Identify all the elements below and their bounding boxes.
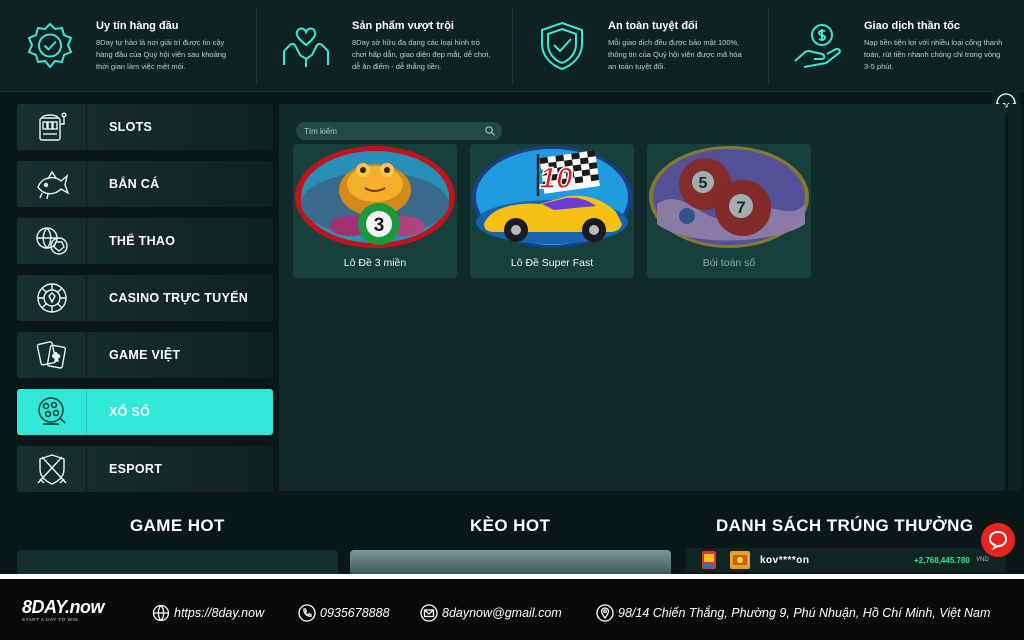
winner-name: kov****on (760, 554, 810, 566)
winner-row: kov****on +2,768,445.780 VND (686, 548, 1006, 572)
game-hot-panel (17, 550, 338, 574)
heart-hands-icon (278, 18, 334, 74)
category-sidebar: SLOTS BẮN CÁ THỂ THAO CASINO TRỰC TUYẾN … (17, 104, 273, 503)
sidebar-item-label: ESPORT (109, 462, 163, 476)
keo-hot-panel[interactable] (350, 550, 671, 574)
ball-number: 3 (374, 215, 385, 236)
footer: 8DAY.now START A DAY TO WIN https://8day… (0, 574, 1024, 640)
email-text: 8daynow@gmail.com (442, 606, 562, 620)
section-title-winners: DANH SÁCH TRÚNG THƯỞNG (716, 516, 974, 535)
sidebar-item-ban-ca[interactable]: BẮN CÁ (17, 161, 273, 207)
slot-machine-icon (17, 104, 87, 150)
game-thumb-icon (730, 551, 750, 569)
phone-icon (298, 604, 316, 622)
sidebar-item-label: XỔ SỐ (109, 405, 151, 419)
search-input[interactable] (304, 124, 479, 138)
badge-check-icon (22, 18, 78, 74)
sidebar-item-label: GAME VIỆT (109, 348, 181, 362)
game-card-lo-de-3-mien[interactable]: 3 Lô Đề 3 miền (293, 144, 457, 278)
chat-bubble-icon (988, 530, 1008, 550)
ball-number: 7 (736, 198, 745, 217)
mail-icon (420, 604, 438, 622)
feature-title: Uy tín hàng đầu (96, 20, 179, 32)
section-title-keo-hot: KÈO HOT (470, 516, 551, 535)
footer-website[interactable]: https://8day.now (152, 604, 264, 622)
feature-desc: Nạp tiền tiện lợi với nhiều loại cổng th… (864, 38, 1003, 71)
website-text: https://8day.now (174, 606, 265, 620)
search-icon[interactable] (484, 125, 496, 137)
sidebar-item-casino[interactable]: CASINO TRỰC TUYẾN (17, 275, 273, 321)
sidebar-item-label: SLOTS (109, 120, 153, 134)
sidebar-item-game-viet[interactable]: GAME VIỆT (17, 332, 273, 378)
feature-products: Sản phẩm vượt trội 8Day sở hữu đa dạng c… (256, 0, 512, 91)
footer-address: 98/14 Chiến Thắng, Phường 9, Phú Nhuận, … (596, 604, 990, 622)
scrollbar[interactable] (1008, 104, 1022, 491)
sidebar-item-label: BẮN CÁ (109, 177, 160, 191)
globe-icon (152, 604, 170, 622)
feature-title: Giao dịch thần tốc (864, 20, 960, 32)
feature-security: An toàn tuyệt đối Mỗi giao dịch đều được… (512, 0, 768, 91)
sidebar-item-the-thao[interactable]: THỂ THAO (17, 218, 273, 264)
esport-shield-icon (17, 446, 87, 492)
cards-icon (17, 332, 87, 378)
game-thumbnail: 3 (293, 144, 457, 252)
game-card-lo-de-super-fast[interactable]: 10 Lô Đề Super Fast (470, 144, 634, 278)
footer-phone[interactable]: 0935678888 (298, 604, 390, 622)
game-thumbnail: 10 (470, 144, 634, 252)
footer-email[interactable]: 8daynow@gmail.com (420, 604, 562, 622)
location-pin-icon (596, 604, 614, 622)
game-name: Bói toán số (702, 257, 756, 269)
features-bar: Uy tín hàng đầu 8Day tự hào là nơi giải … (0, 0, 1024, 92)
sidebar-item-xo-so[interactable]: XỔ SỐ (17, 389, 273, 435)
ball-number: 5 (699, 175, 708, 192)
game-list: 3 Lô Đề 3 miền 10 Lô Đề Super Fast 5 7 B… (293, 144, 811, 278)
game-thumb-icon (702, 551, 716, 569)
phone-text: 0935678888 (320, 606, 390, 620)
section-title-game-hot: GAME HOT (130, 516, 225, 535)
winner-currency: VND (976, 557, 989, 563)
feature-desc: Mỗi giao dịch đều được bảo mật 100%, thô… (608, 38, 742, 71)
game-name: Lô Đề Super Fast (510, 257, 594, 269)
search-box (296, 122, 502, 140)
feature-desc: 8Day sở hữu đa dạng các loại hình trò ch… (352, 38, 491, 71)
sidebar-item-label: CASINO TRỰC TUYẾN (109, 291, 249, 305)
game-card-boi-toan-so[interactable]: 5 7 Bói toán số (647, 144, 811, 278)
dollar-hand-icon (790, 18, 846, 74)
feature-title: Sản phẩm vượt trội (352, 20, 454, 32)
feature-reputation: Uy tín hàng đầu 8Day tự hào là nơi giải … (0, 0, 256, 91)
logo-suffix: .now (65, 597, 105, 617)
fish-icon (17, 161, 87, 207)
shield-check-icon (534, 18, 590, 74)
address-text: 98/14 Chiến Thắng, Phường 9, Phú Nhuận, … (618, 606, 991, 620)
game-thumbnail: 5 7 (647, 144, 811, 252)
sidebar-item-label: THỂ THAO (109, 234, 176, 248)
game-panel: 3 Lô Đề 3 miền 10 (279, 104, 1005, 491)
game-name: Lô Đề 3 miền (343, 257, 407, 269)
feature-desc: 8Day tự hào là nơi giải trí được tin cậy… (96, 38, 227, 71)
feature-transactions: Giao dịch thần tốc Nạp tiền tiện lợi với… (768, 0, 1024, 91)
casino-chip-icon (17, 275, 87, 321)
lottery-icon (17, 389, 87, 435)
logo-main: 8DAY (22, 597, 66, 617)
badge-number: 10 (539, 162, 573, 195)
feature-title: An toàn tuyệt đối (608, 20, 698, 32)
ball-icon (17, 218, 87, 264)
brand-logo[interactable]: 8DAY.now START A DAY TO WIN (22, 597, 105, 622)
live-chat-button[interactable] (981, 523, 1015, 557)
winner-amount: +2,768,445.780 (914, 555, 970, 565)
sidebar-item-slots[interactable]: SLOTS (17, 104, 273, 150)
sidebar-item-esport[interactable]: ESPORT (17, 446, 273, 492)
